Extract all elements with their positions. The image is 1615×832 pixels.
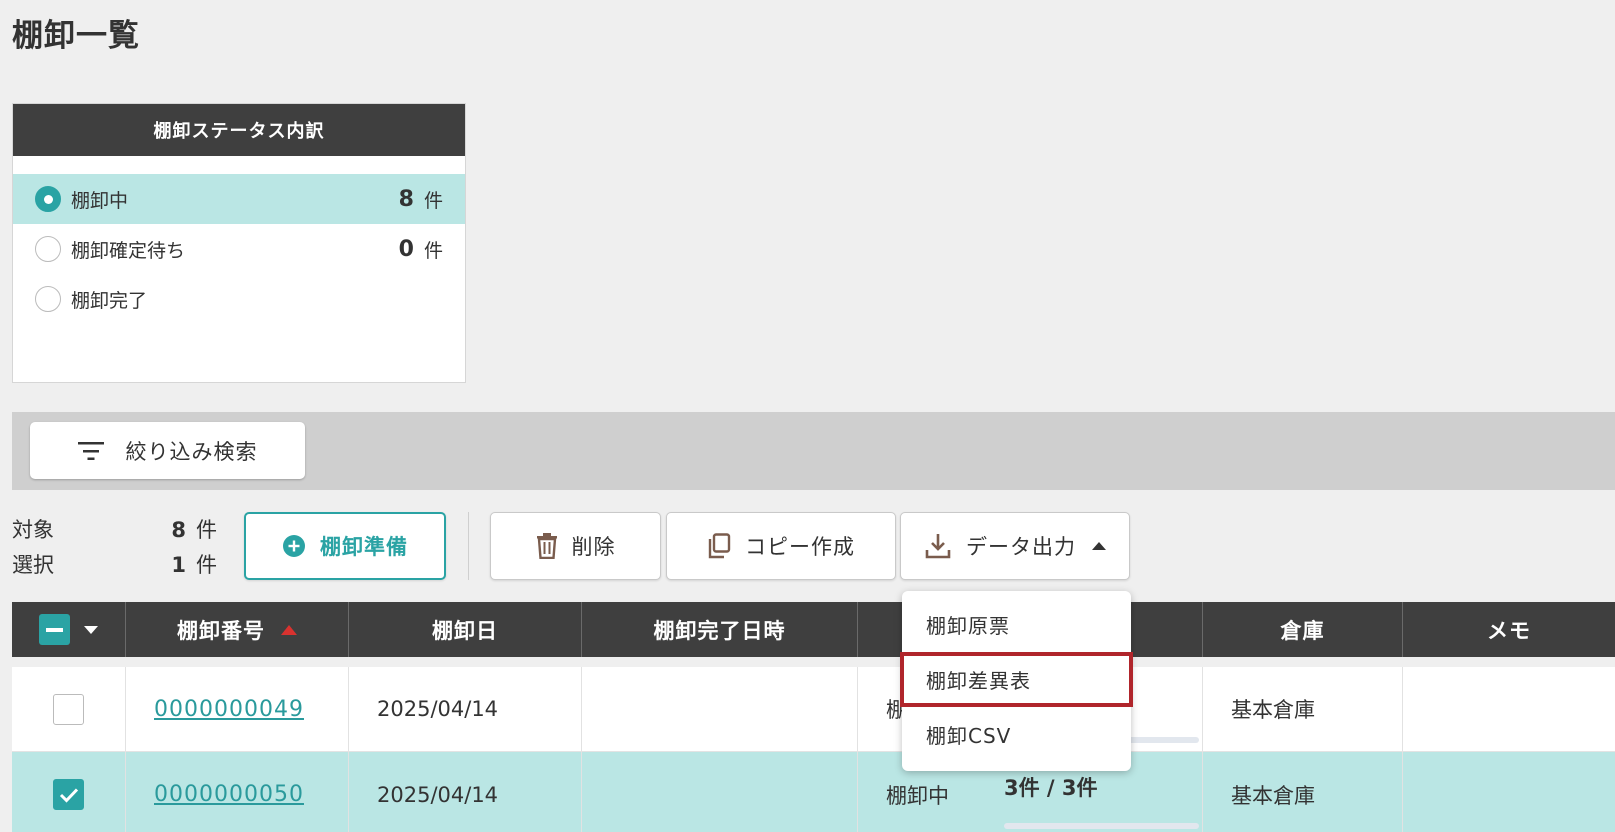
- toolbar-divider: [468, 512, 469, 580]
- copy-create-button[interactable]: コピー作成: [666, 512, 896, 580]
- data-export-button[interactable]: データ出力: [900, 512, 1130, 580]
- radio-selected-icon[interactable]: [35, 186, 61, 212]
- status-panel-title: 棚卸ステータス内訳: [13, 104, 465, 156]
- table-row[interactable]: 0000000049 2025/04/14 棚 基本倉庫: [12, 667, 1615, 752]
- status-count: 8: [398, 186, 414, 212]
- checkmark-icon: [59, 787, 78, 803]
- status-label: 棚卸完了: [71, 289, 148, 312]
- inventory-date: 2025/04/14: [377, 697, 499, 721]
- plus-circle-icon: [283, 535, 305, 557]
- export-button-label: データ出力: [966, 535, 1076, 559]
- inventory-number-link[interactable]: 0000000050: [154, 782, 304, 807]
- copy-button-label: コピー作成: [745, 535, 855, 559]
- prepare-inventory-button[interactable]: 棚卸準備: [244, 512, 446, 580]
- warehouse-name: 基本倉庫: [1231, 783, 1315, 808]
- filter-bar: 絞り込み検索: [12, 412, 1615, 490]
- chevron-down-icon[interactable]: [84, 625, 98, 634]
- status-text: 棚卸中: [886, 783, 949, 808]
- selected-count-unit: 件: [196, 553, 217, 577]
- progress-bar: [1004, 823, 1199, 829]
- delete-button-label: 削除: [571, 535, 616, 559]
- target-count-label: 対象: [12, 518, 54, 542]
- delete-button[interactable]: 削除: [490, 512, 661, 580]
- record-counts: 対象 8 件 選択 1 件: [12, 513, 217, 583]
- inventory-table: 棚卸番号 棚卸日 棚卸完了日時 倉庫 メモ 0000000049 2025/04…: [12, 602, 1615, 832]
- column-label: 棚卸番号: [177, 618, 265, 643]
- column-label: 棚卸日: [432, 618, 498, 643]
- filter-icon: [77, 441, 104, 460]
- column-label: 棚卸完了日時: [653, 618, 786, 643]
- column-label: 倉庫: [1280, 618, 1325, 643]
- warehouse-name: 基本倉庫: [1231, 698, 1315, 722]
- status-item-awaiting-confirmation[interactable]: 棚卸確定待ち 0 件: [13, 224, 465, 274]
- status-count: 0: [398, 236, 414, 262]
- filter-button-label: 絞り込み検索: [125, 439, 258, 464]
- target-count-value: 8: [171, 518, 186, 542]
- column-header-date[interactable]: 棚卸日: [349, 602, 582, 657]
- table-header: 棚卸番号 棚卸日 棚卸完了日時 倉庫 メモ: [12, 602, 1615, 657]
- status-unit: 件: [423, 239, 443, 262]
- row-checkbox-checked[interactable]: [53, 779, 84, 810]
- selected-count-label: 選択: [12, 553, 54, 577]
- menu-item-inventory-variance[interactable]: 棚卸差異表: [900, 652, 1133, 707]
- column-header-memo[interactable]: メモ: [1403, 602, 1615, 657]
- status-unit: 件: [423, 189, 443, 212]
- select-all-checkbox[interactable]: [39, 614, 70, 645]
- status-item-completed[interactable]: 棚卸完了: [13, 274, 465, 324]
- target-count-unit: 件: [196, 518, 217, 542]
- status-label: 棚卸確定待ち: [71, 239, 186, 262]
- status-label: 棚卸中: [71, 189, 129, 212]
- row-checkbox[interactable]: [53, 693, 84, 725]
- inventory-number-link[interactable]: 0000000049: [154, 697, 304, 722]
- export-dropdown-menu: 棚卸原票 棚卸差異表 棚卸CSV: [900, 591, 1133, 771]
- filter-search-button[interactable]: 絞り込み検索: [30, 422, 305, 479]
- menu-item-inventory-csv[interactable]: 棚卸CSV: [902, 707, 1131, 762]
- download-icon: [925, 534, 951, 559]
- column-header-number[interactable]: 棚卸番号: [126, 602, 349, 657]
- menu-item-inventory-slip[interactable]: 棚卸原票: [902, 597, 1131, 652]
- inventory-date: 2025/04/14: [377, 782, 499, 807]
- column-header-completed[interactable]: 棚卸完了日時: [582, 602, 858, 657]
- header-select-cell: [12, 602, 126, 657]
- sort-ascending-icon: [281, 624, 297, 635]
- selected-count-value: 1: [171, 553, 186, 577]
- radio-icon[interactable]: [35, 236, 61, 262]
- progress-text: 3件 / 3件: [1004, 776, 1098, 800]
- status-item-in-progress[interactable]: 棚卸中 8 件: [13, 174, 465, 224]
- radio-icon[interactable]: [35, 286, 61, 312]
- copy-icon: [708, 533, 731, 559]
- column-label: メモ: [1487, 618, 1531, 643]
- prepare-button-label: 棚卸準備: [320, 535, 408, 559]
- column-header-warehouse[interactable]: 倉庫: [1203, 602, 1403, 657]
- trash-icon: [536, 533, 557, 559]
- table-row[interactable]: 0000000050 2025/04/14 棚卸中 3件 / 3件 基本倉庫: [12, 752, 1615, 832]
- page-title: 棚卸一覧: [12, 18, 140, 54]
- caret-up-icon: [1092, 542, 1106, 550]
- status-breakdown-panel: 棚卸ステータス内訳 棚卸中 8 件 棚卸確定待ち 0 件 棚卸完了: [12, 103, 466, 383]
